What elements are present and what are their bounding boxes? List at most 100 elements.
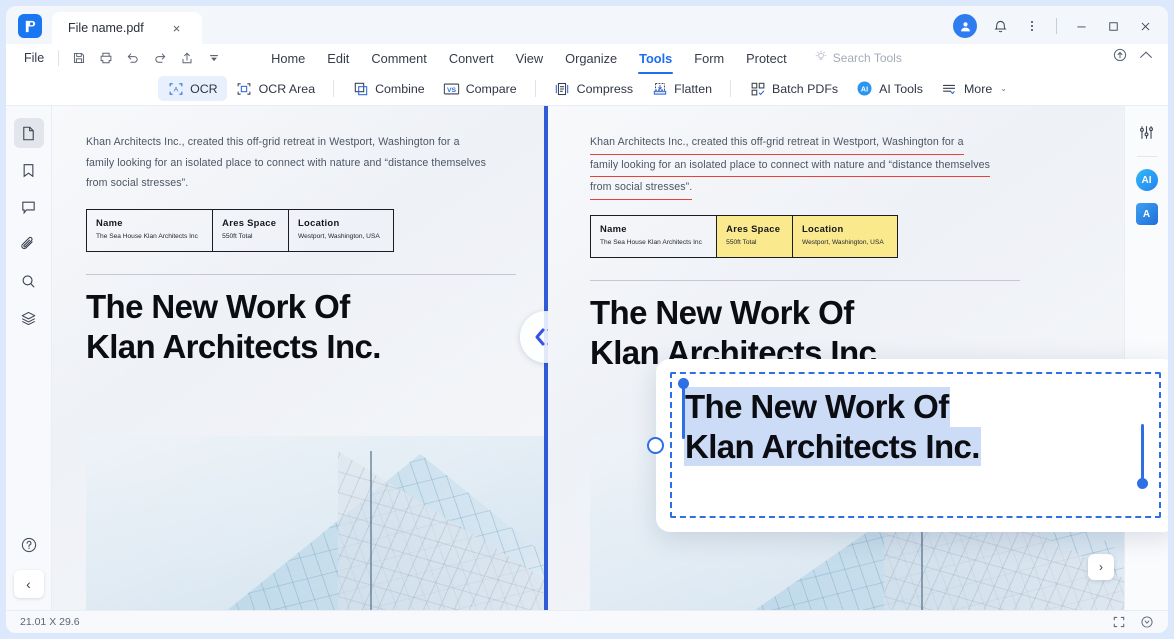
- ribbon-ai-tools-label: AI Tools: [879, 81, 923, 96]
- table-value-area: 550ft Total: [726, 238, 757, 246]
- selected-text[interactable]: The New Work Of Klan Architects Inc.: [684, 387, 1147, 467]
- ribbon-compress-label: Compress: [576, 81, 634, 96]
- menu-item-protect[interactable]: Protect: [735, 48, 798, 69]
- table-header-location: Location: [298, 216, 340, 228]
- menu-item-convert[interactable]: Convert: [438, 48, 505, 69]
- avatar[interactable]: [953, 14, 977, 38]
- more-options-icon[interactable]: [1017, 13, 1047, 39]
- selection-cursor-end[interactable]: [1137, 424, 1148, 489]
- comment-icon[interactable]: [14, 192, 44, 222]
- search-placeholder: Search Tools: [832, 51, 902, 65]
- selection-cursor-start[interactable]: [678, 378, 689, 439]
- menu-item-view[interactable]: View: [505, 48, 555, 69]
- right-rail-divider: [1136, 156, 1157, 157]
- svg-text:AI: AI: [861, 85, 868, 93]
- headline-line: The New Work Of: [590, 294, 854, 332]
- chevron-right-icon: ›: [1099, 560, 1103, 574]
- paragraph-line: from social stresses”.: [86, 177, 189, 190]
- search-icon[interactable]: [14, 266, 44, 296]
- text-selection-overlay[interactable]: The New Work Of Klan Architects Inc.: [647, 359, 1168, 532]
- cloud-upload-icon[interactable]: [1112, 47, 1128, 63]
- ai-badge-label: AI: [1135, 169, 1158, 191]
- layers-icon[interactable]: [14, 303, 44, 333]
- table-cell-area-highlighted: Ares Space 550ft Total: [716, 215, 794, 258]
- more-arrow-icon[interactable]: [202, 47, 226, 69]
- collapse-sidebar-button[interactable]: ‹: [13, 570, 44, 598]
- ai-assistant-icon[interactable]: AI: [1133, 166, 1161, 194]
- ribbon-ai-tools-button[interactable]: AI AI Tools: [847, 76, 932, 101]
- ribbon-combine-button[interactable]: Combine: [343, 76, 434, 101]
- table-value-location: Westport, Washington, USA: [298, 232, 380, 240]
- table-header-name: Name: [96, 216, 123, 228]
- table-cell-name: Name The Sea House Klan Architects Inc: [590, 215, 718, 258]
- attachment-icon[interactable]: [14, 229, 44, 259]
- selected-line-text: The New Work Of: [684, 387, 950, 427]
- maximize-button[interactable]: [1098, 13, 1128, 39]
- redo-icon[interactable]: [148, 47, 172, 69]
- paragraph-line: family looking for an isolated place to …: [590, 155, 990, 178]
- paragraph-line: Khan Architects Inc., created this off-g…: [590, 132, 964, 155]
- document-page-modified[interactable]: Khan Architects Inc., created this off-g…: [548, 106, 1124, 610]
- ribbon-more-button[interactable]: More ⌄: [932, 76, 1016, 101]
- minimize-button[interactable]: [1066, 13, 1096, 39]
- page-size-label: 21.01 X 29.6: [20, 616, 80, 628]
- fit-screen-icon[interactable]: [1112, 615, 1126, 629]
- close-button[interactable]: [1130, 13, 1160, 39]
- tools-ribbon: A OCR OCR Area Combine VS Compare Compre…: [6, 72, 1168, 106]
- zoom-control-icon[interactable]: [1140, 615, 1154, 629]
- menu-right-icons: [1112, 47, 1154, 63]
- tab-close-icon[interactable]: ×: [170, 20, 184, 37]
- selected-line: The New Work Of: [684, 387, 1147, 427]
- tab-title: File name.pdf: [68, 21, 144, 35]
- ai-tools-icon: AI: [856, 80, 873, 97]
- menu-item-tools[interactable]: Tools: [628, 48, 683, 74]
- menu-item-edit[interactable]: Edit: [316, 48, 360, 69]
- properties-sliders-icon[interactable]: [1133, 118, 1161, 146]
- share-icon[interactable]: [175, 47, 199, 69]
- ribbon-compress-button[interactable]: Compress: [545, 76, 642, 101]
- document-tab[interactable]: File name.pdf ×: [52, 12, 202, 44]
- menu-item-form[interactable]: Form: [683, 48, 735, 69]
- notifications-bell-icon[interactable]: [985, 13, 1015, 39]
- paragraph-line: from social stresses”.: [590, 177, 693, 200]
- ribbon-batch-pdfs-button[interactable]: Batch PDFs: [740, 76, 847, 101]
- svg-text:VS: VS: [447, 86, 457, 93]
- undo-icon[interactable]: [121, 47, 145, 69]
- ribbon-ocr-area-button[interactable]: OCR Area: [227, 76, 324, 101]
- headline-line: Klan Architects Inc.: [86, 327, 381, 365]
- main-body: ‹ Khan Architects Inc., created this off…: [6, 106, 1168, 610]
- search-tools-input[interactable]: Search Tools: [814, 49, 902, 68]
- selection-handle-left[interactable]: [647, 437, 664, 454]
- bookmark-icon[interactable]: [14, 155, 44, 185]
- title-bar: File name.pdf ×: [6, 6, 1168, 44]
- document-viewer: Khan Architects Inc., created this off-g…: [52, 106, 1124, 610]
- collapse-ribbon-icon[interactable]: [1138, 47, 1154, 63]
- chevron-left-icon: ‹: [26, 576, 31, 592]
- table-value-location: Westport, Washington, USA: [802, 238, 884, 246]
- menu-item-comment[interactable]: Comment: [360, 48, 437, 69]
- menu-item-organize[interactable]: Organize: [554, 48, 628, 69]
- translate-icon[interactable]: A: [1133, 200, 1161, 228]
- file-menu-button[interactable]: File: [18, 49, 50, 67]
- help-question-icon[interactable]: [14, 530, 44, 560]
- table-header-area: Ares Space: [222, 216, 277, 228]
- ocr-area-icon: [236, 80, 253, 97]
- compare-pane-modified: Khan Architects Inc., created this off-g…: [548, 106, 1124, 610]
- headline-line: The New Work Of: [86, 288, 350, 326]
- left-sidebar: ‹: [6, 106, 52, 610]
- paragraph-original: Khan Architects Inc., created this off-g…: [86, 132, 510, 194]
- document-page-original[interactable]: Khan Architects Inc., created this off-g…: [52, 106, 544, 610]
- menu-item-home[interactable]: Home: [260, 48, 316, 69]
- table-value-area: 550ft Total: [222, 232, 253, 240]
- ribbon-batch-pdfs-label: Batch PDFs: [772, 81, 839, 96]
- next-page-button[interactable]: ›: [1088, 554, 1114, 580]
- lightbulb-icon: [814, 49, 828, 68]
- print-icon[interactable]: [94, 47, 118, 69]
- page-thumbnails-icon[interactable]: [13, 118, 44, 148]
- save-icon[interactable]: [67, 47, 91, 69]
- ribbon-ocr-button[interactable]: A OCR: [158, 76, 227, 101]
- ribbon-compare-button[interactable]: VS Compare: [434, 76, 526, 101]
- ribbon-flatten-button[interactable]: Flatten: [642, 76, 721, 101]
- table-cell-location: Location Westport, Washington, USA: [289, 209, 394, 251]
- compress-icon: [554, 80, 571, 97]
